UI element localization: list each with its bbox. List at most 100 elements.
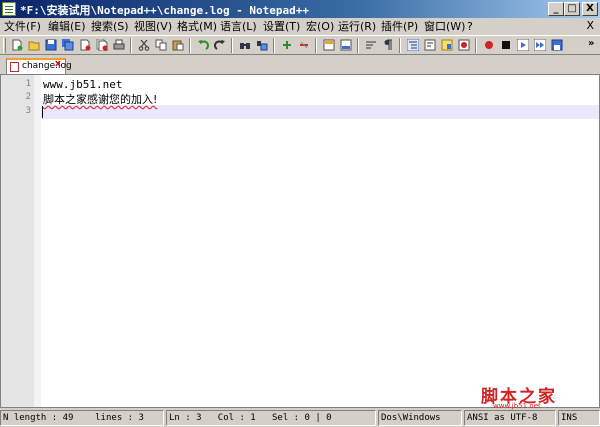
macro-record-button[interactable]: [481, 38, 497, 53]
text-caret: [42, 106, 43, 118]
status-bar: N length : 49 lines : 3 Ln : 3 Col : 1 S…: [0, 409, 600, 427]
macro-play-icon: [517, 39, 529, 51]
macro-stop-button[interactable]: [498, 38, 514, 53]
maximize-button[interactable]: □: [564, 2, 580, 16]
redo-button[interactable]: [212, 38, 228, 53]
toolbar-separator: [475, 38, 477, 53]
user-defined-lang-icon: [424, 39, 436, 51]
indent-guide-icon: [407, 39, 419, 51]
undo-button[interactable]: [195, 38, 211, 53]
word-wrap-icon: [366, 41, 376, 49]
save-icon: [45, 39, 57, 51]
cut-button[interactable]: [136, 38, 152, 53]
menu-edit[interactable]: 编辑(E): [48, 19, 86, 34]
status-position: Ln : 3 Col : 1 Sel : 0 | 0: [166, 410, 376, 426]
menu-settings[interactable]: 设置(T): [263, 19, 300, 34]
close-all-button[interactable]: [94, 38, 110, 53]
editor-area[interactable]: 1 2 3 www.jb51.net 脚本之家感谢您的加入! 脚本之家 www.…: [0, 74, 600, 410]
zoom-out-icon: [300, 41, 308, 49]
toolbar-overflow-button[interactable]: »: [588, 38, 594, 49]
open-file-button[interactable]: [26, 38, 42, 53]
zoom-out-button[interactable]: [296, 38, 312, 53]
status-eol[interactable]: Dos\Windows: [378, 410, 462, 426]
word-wrap-button[interactable]: [363, 38, 379, 53]
save-all-button[interactable]: [60, 38, 76, 53]
site-watermark: 脚本之家 www.jb51.net: [481, 382, 557, 410]
cut-icon: [138, 39, 150, 51]
menu-view[interactable]: 视图(V): [134, 19, 172, 34]
code-line[interactable]: 脚本之家感谢您的加入!: [43, 91, 157, 107]
line-number: 1: [25, 79, 31, 89]
close-button[interactable]: [77, 38, 93, 53]
menu-run[interactable]: 运行(R): [338, 19, 376, 34]
new-file-button[interactable]: [9, 38, 25, 53]
save-all-icon: [62, 39, 74, 51]
menu-window[interactable]: 窗口(W): [424, 19, 465, 34]
zoom-in-icon: [283, 41, 291, 49]
status-encoding[interactable]: ANSI as UTF-8: [464, 410, 556, 426]
toolbar-grip[interactable]: [3, 38, 6, 53]
tab-close-button[interactable]: x: [55, 60, 64, 70]
notepad-window: *F:\安装试用\Notepad++\change.log - Notepad+…: [0, 0, 600, 427]
code-line[interactable]: www.jb51.net: [43, 78, 122, 91]
replace-icon: [257, 41, 268, 51]
new-file-icon: [12, 39, 23, 51]
replace-button[interactable]: [254, 38, 270, 53]
find-button[interactable]: [237, 38, 253, 53]
menu-help[interactable]: ?: [467, 19, 473, 34]
zoom-in-button[interactable]: [279, 38, 295, 53]
sync-vertical-button[interactable]: [321, 38, 337, 53]
doc-map-button[interactable]: [439, 38, 455, 53]
toolbar-separator: [315, 38, 317, 53]
menu-plugins[interactable]: 插件(P): [381, 19, 418, 34]
function-list-icon: [458, 39, 470, 51]
tab-change-log[interactable]: change.log x: [6, 58, 72, 74]
line-number-gutter[interactable]: 1 2 3: [1, 75, 41, 407]
print-icon: [113, 39, 125, 50]
paste-button[interactable]: [170, 38, 186, 53]
macro-save-button[interactable]: [549, 38, 565, 53]
undo-icon: [198, 40, 209, 50]
macro-stop-icon: [502, 41, 510, 49]
menu-file[interactable]: 文件(F): [4, 19, 41, 34]
sync-horizontal-button[interactable]: [338, 38, 354, 53]
macro-run-multiple-icon: [534, 39, 546, 51]
toolbar-separator: [189, 38, 191, 53]
notepad-app-icon[interactable]: [2, 2, 16, 16]
status-ln: Ln : 3: [169, 413, 202, 423]
macro-save-icon: [551, 39, 563, 51]
fold-margin[interactable]: [34, 75, 41, 407]
function-list-button[interactable]: [456, 38, 472, 53]
status-insert-mode[interactable]: INS: [558, 410, 600, 426]
macro-play-button[interactable]: [515, 38, 531, 53]
close-window-button[interactable]: X: [582, 2, 598, 16]
save-button[interactable]: [43, 38, 59, 53]
macro-run-multiple-button[interactable]: [532, 38, 548, 53]
print-button[interactable]: [111, 38, 127, 53]
close-icon: [80, 39, 91, 51]
tab-bar: change.log x: [0, 56, 600, 74]
menu-format[interactable]: 格式(M): [177, 19, 217, 34]
open-file-icon: [28, 41, 40, 51]
close-document-menu-button[interactable]: X: [586, 19, 594, 32]
minimize-button[interactable]: _: [548, 2, 564, 16]
menu-search[interactable]: 搜索(S): [91, 19, 129, 34]
show-all-chars-button[interactable]: [380, 38, 396, 53]
user-defined-lang-button[interactable]: [422, 38, 438, 53]
unsaved-file-icon: [10, 62, 19, 72]
toolbar: »: [0, 35, 600, 55]
title-bar[interactable]: *F:\安装试用\Notepad++\change.log - Notepad+…: [0, 0, 600, 18]
tab-label: change.log: [22, 61, 72, 71]
show-all-chars-icon: [384, 39, 392, 50]
status-length-text: N length : 49: [3, 413, 74, 423]
indent-guide-button[interactable]: [405, 38, 421, 53]
status-lines: lines : 3: [95, 413, 144, 423]
line-number: 2: [25, 92, 31, 102]
copy-button[interactable]: [153, 38, 169, 53]
status-sel: Sel : 0 | 0: [271, 413, 332, 423]
doc-map-icon: [441, 39, 453, 51]
toolbar-separator: [130, 38, 132, 53]
menu-language[interactable]: 语言(L): [220, 19, 257, 34]
toolbar-separator: [273, 38, 275, 53]
menu-macro[interactable]: 宏(O): [306, 19, 334, 34]
